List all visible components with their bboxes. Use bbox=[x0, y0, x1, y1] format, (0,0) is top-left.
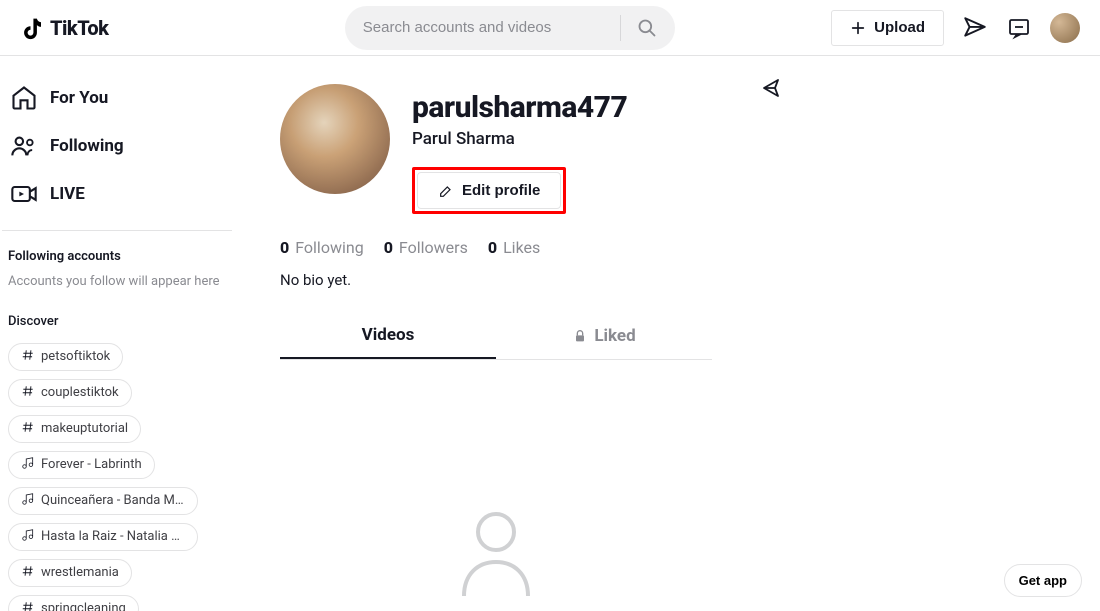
stat-followers[interactable]: 0 Followers bbox=[384, 238, 468, 257]
lock-icon bbox=[572, 328, 588, 344]
edit-icon bbox=[438, 183, 454, 199]
home-icon bbox=[10, 84, 38, 112]
send-icon bbox=[962, 15, 988, 41]
discover-section: Discover petsoftiktok couplestiktok makeup… bbox=[8, 314, 232, 611]
brand-text: TikTok bbox=[50, 16, 108, 40]
search-bar[interactable] bbox=[345, 6, 675, 50]
edit-profile-label: Edit profile bbox=[462, 182, 540, 199]
discover-chip[interactable]: couplestiktok bbox=[8, 379, 132, 407]
profile-stats: 0 Following 0 Followers 0 Likes bbox=[280, 238, 1100, 257]
hashtag-icon bbox=[21, 564, 35, 582]
hashtag-icon bbox=[21, 420, 35, 438]
inbox-icon bbox=[1007, 16, 1031, 40]
content: For You Following LIVE Fol bbox=[0, 56, 1100, 611]
edit-profile-button[interactable]: Edit profile bbox=[417, 172, 561, 209]
hashtag-icon bbox=[21, 600, 35, 611]
edit-profile-highlight: Edit profile bbox=[412, 167, 566, 214]
search-button[interactable] bbox=[627, 8, 667, 48]
likes-count: 0 bbox=[488, 238, 497, 257]
header: TikTok Upload bbox=[0, 0, 1100, 56]
sidebar: For You Following LIVE Fol bbox=[0, 56, 240, 611]
nav-live[interactable]: LIVE bbox=[2, 170, 232, 218]
tab-videos-label: Videos bbox=[362, 325, 415, 345]
music-icon bbox=[21, 528, 35, 546]
following-accounts-title: Following accounts bbox=[8, 249, 232, 264]
profile-main: parulsharma477 Parul Sharma Edit profile bbox=[240, 56, 1100, 611]
discover-chip[interactable]: makeuptutorial bbox=[8, 415, 141, 443]
search-wrap bbox=[188, 6, 831, 50]
empty-state bbox=[280, 360, 712, 600]
discover-chip-label: wrestlemania bbox=[41, 565, 119, 580]
discover-chips: petsoftiktok couplestiktok makeuptutorial F… bbox=[8, 343, 232, 611]
discover-chip-label: makeuptutorial bbox=[41, 421, 128, 436]
music-icon bbox=[21, 456, 35, 474]
nav-list: For You Following LIVE bbox=[2, 74, 232, 231]
followers-label: Followers bbox=[399, 238, 468, 257]
profile-tabs: Videos Liked bbox=[280, 313, 712, 360]
share-button[interactable] bbox=[760, 76, 784, 104]
messages-button[interactable] bbox=[962, 15, 988, 41]
profile-avatar[interactable] bbox=[280, 84, 390, 194]
search-divider bbox=[620, 15, 621, 41]
tiktok-icon bbox=[20, 13, 48, 43]
following-label: Following bbox=[295, 238, 363, 257]
discover-chip[interactable]: springcleaning bbox=[8, 595, 139, 611]
tab-liked-label: Liked bbox=[594, 326, 635, 346]
upload-button[interactable]: Upload bbox=[831, 10, 944, 46]
music-icon bbox=[21, 492, 35, 510]
header-right: Upload bbox=[831, 10, 1080, 46]
nav-label: LIVE bbox=[50, 184, 85, 204]
tab-videos[interactable]: Videos bbox=[280, 313, 496, 359]
discover-chip[interactable]: Quinceañera - Banda Ma... bbox=[8, 487, 198, 515]
stat-likes[interactable]: 0 Likes bbox=[488, 238, 540, 257]
discover-chip[interactable]: Forever - Labrinth bbox=[8, 451, 155, 479]
discover-chip-label: petsoftiktok bbox=[41, 349, 110, 364]
profile-bio: No bio yet. bbox=[280, 271, 1100, 289]
stat-following[interactable]: 0 Following bbox=[280, 238, 364, 257]
search-icon bbox=[637, 18, 657, 38]
plus-icon bbox=[850, 20, 866, 36]
nav-label: For You bbox=[50, 88, 108, 108]
followers-count: 0 bbox=[384, 238, 393, 257]
share-icon bbox=[760, 76, 784, 100]
tab-liked[interactable]: Liked bbox=[496, 313, 712, 359]
following-accounts-note: Accounts you follow will appear here bbox=[8, 272, 232, 292]
get-app-label: Get app bbox=[1019, 573, 1067, 588]
profile-top: parulsharma477 Parul Sharma Edit profile bbox=[280, 84, 1100, 214]
following-count: 0 bbox=[280, 238, 289, 257]
discover-chip-label: Forever - Labrinth bbox=[41, 457, 142, 472]
upload-label: Upload bbox=[874, 19, 925, 36]
discover-chip[interactable]: wrestlemania bbox=[8, 559, 132, 587]
discover-chip[interactable]: Hasta la Raiz - Natalia Laf... bbox=[8, 523, 198, 551]
search-input[interactable] bbox=[363, 19, 614, 36]
get-app-button[interactable]: Get app bbox=[1004, 564, 1082, 597]
hashtag-icon bbox=[21, 384, 35, 402]
user-avatar-small[interactable] bbox=[1050, 13, 1080, 43]
live-icon bbox=[10, 180, 38, 208]
likes-label: Likes bbox=[503, 238, 540, 257]
username: parulsharma477 bbox=[412, 90, 627, 125]
people-icon bbox=[10, 132, 38, 160]
discover-title: Discover bbox=[8, 314, 232, 329]
tiktok-logo[interactable]: TikTok bbox=[20, 13, 108, 43]
discover-chip-label: Hasta la Raiz - Natalia Laf... bbox=[41, 529, 185, 544]
name-block: parulsharma477 Parul Sharma Edit profile bbox=[412, 84, 627, 214]
display-name: Parul Sharma bbox=[412, 129, 627, 149]
person-placeholder-icon bbox=[456, 510, 536, 600]
discover-chip-label: Quinceañera - Banda Ma... bbox=[41, 493, 185, 508]
nav-following[interactable]: Following bbox=[2, 122, 232, 170]
inbox-button[interactable] bbox=[1006, 15, 1032, 41]
discover-chip-label: springcleaning bbox=[41, 601, 126, 611]
nav-label: Following bbox=[50, 136, 124, 156]
discover-chip[interactable]: petsoftiktok bbox=[8, 343, 123, 371]
nav-for-you[interactable]: For You bbox=[2, 74, 232, 122]
hashtag-icon bbox=[21, 348, 35, 366]
discover-chip-label: couplestiktok bbox=[41, 385, 119, 400]
